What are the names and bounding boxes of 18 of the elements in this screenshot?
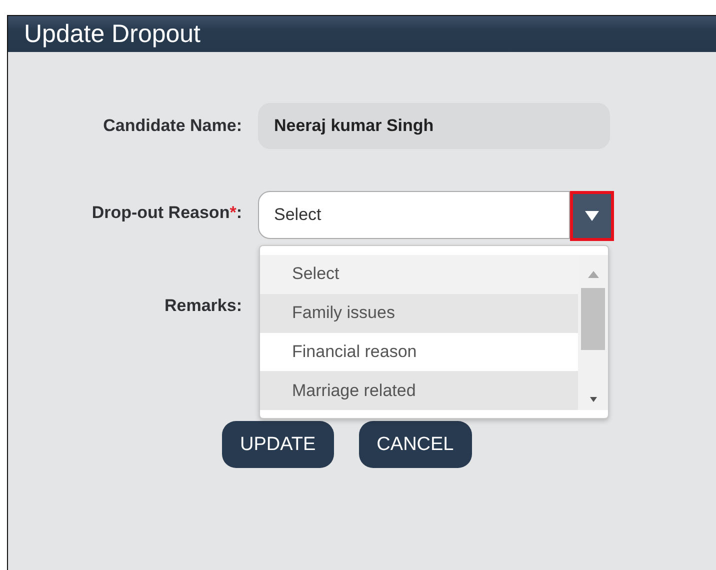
action-button[interactable]: CANCEL	[358, 421, 472, 468]
select-field[interactable]: Select	[258, 191, 570, 239]
dropdown-option[interactable]: Financial reason	[260, 332, 578, 372]
dropdown-option[interactable]: Select	[260, 255, 578, 294]
dropdown-button[interactable]	[570, 191, 614, 241]
caret-icon	[585, 211, 599, 221]
field-label: Drop-out Reason*:	[90, 203, 243, 223]
field-label: Remarks:	[164, 296, 243, 316]
field-label: Candidate Name:	[102, 116, 243, 136]
name-field: Neeraj kumar Singh	[258, 103, 610, 149]
dropdown-option[interactable]: Marriage related	[260, 371, 578, 410]
window-title: Update Dropout	[24, 20, 201, 48]
scrollbar-thumb[interactable]	[581, 288, 605, 350]
scroll-down-icon[interactable]	[590, 397, 596, 402]
scrollbar[interactable]	[578, 255, 608, 410]
dropdown-option[interactable]: Family issues	[260, 294, 578, 332]
action-button[interactable]: UPDATE	[222, 421, 334, 468]
scroll-up-icon[interactable]	[588, 271, 598, 278]
